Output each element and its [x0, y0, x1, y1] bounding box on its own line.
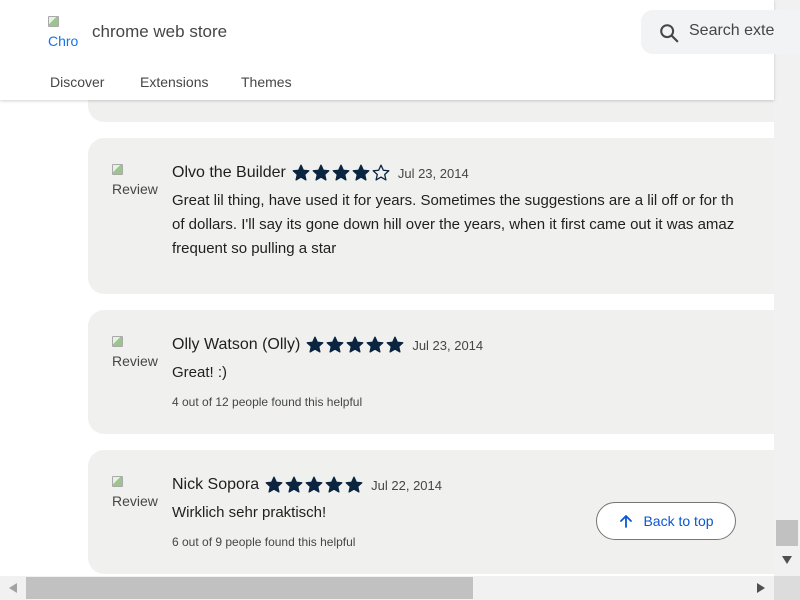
back-to-top-button[interactable]: Back to top: [596, 502, 736, 540]
star-filled-icon: [312, 164, 330, 181]
horizontal-scrollbar[interactable]: [0, 576, 774, 600]
review-header: Olvo the Builder Jul 23, 2014: [172, 164, 469, 182]
scroll-down-arrow-icon[interactable]: [781, 555, 793, 565]
star-filled-icon: [325, 476, 343, 493]
review-card: Review Olvo the Builder Jul 23, 2014 Gre…: [88, 138, 774, 294]
arrow-up-icon: [620, 515, 633, 528]
reviewer-avatar: Review: [112, 476, 160, 524]
scrollbar-corner: [774, 576, 800, 600]
review-date: Jul 23, 2014: [397, 165, 469, 181]
star-filled-icon: [352, 164, 370, 181]
star-filled-icon: [386, 336, 404, 353]
review-text-line: Great lil thing, have used it for years.…: [172, 192, 734, 209]
nav-extensions[interactable]: Extensions: [140, 74, 208, 90]
broken-image-icon: [112, 476, 123, 487]
review-header: Nick Sopora Jul 22, 2014: [172, 476, 442, 494]
review-text-line: frequent so pulling a star: [172, 240, 337, 257]
broken-image-icon: [112, 164, 123, 175]
reviewer-avatar: Review: [112, 336, 160, 384]
helpful-count: 6 out of 9 people found this helpful: [172, 535, 356, 549]
review-text: Great lil thing, have used it for years.…: [172, 189, 734, 261]
reviewer-name: Olly Watson (Olly): [172, 336, 301, 353]
star-filled-icon: [306, 336, 324, 353]
star-filled-icon: [326, 336, 344, 353]
broken-image-icon: [112, 336, 123, 347]
search-icon[interactable]: [658, 22, 680, 44]
review-text-line: Great! :): [172, 364, 228, 381]
star-empty-icon: [372, 164, 390, 181]
scroll-left-arrow-icon[interactable]: [8, 582, 18, 594]
review-date: Jul 23, 2014: [412, 337, 484, 353]
chrome-web-store-logo[interactable]: Chro: [48, 16, 80, 48]
broken-image-icon: [48, 16, 59, 27]
star-rating: [265, 476, 365, 494]
search-box[interactable]: [641, 10, 800, 54]
review-date: Jul 22, 2014: [371, 477, 442, 493]
site-title[interactable]: chrome web store: [92, 22, 227, 42]
star-filled-icon: [265, 476, 283, 493]
helpful-count: 4 out of 12 people found this helpful: [172, 395, 363, 409]
reviewer-name: Olvo the Builder: [172, 164, 286, 181]
nav-themes[interactable]: Themes: [241, 74, 292, 90]
star-filled-icon: [305, 476, 323, 493]
star-rating: [292, 164, 392, 182]
review-text-line: of dollars. I'll say its gone down hill …: [172, 216, 735, 233]
reviewer-avatar: Review: [112, 164, 160, 212]
star-filled-icon: [345, 476, 363, 493]
horizontal-scroll-thumb[interactable]: [26, 577, 473, 599]
scroll-right-arrow-icon[interactable]: [756, 582, 766, 594]
search-input[interactable]: [689, 22, 789, 40]
reviewer-name: Nick Sopora: [172, 476, 260, 493]
back-to-top-label: Back to top: [643, 513, 714, 529]
vertical-scrollbar[interactable]: [774, 0, 800, 576]
star-filled-icon: [332, 164, 350, 181]
vertical-scroll-thumb[interactable]: [776, 520, 798, 546]
star-filled-icon: [346, 336, 364, 353]
star-filled-icon: [285, 476, 303, 493]
review-card: Review Olly Watson (Olly) Jul 23, 2014 G…: [88, 310, 774, 434]
nav-discover[interactable]: Discover: [50, 74, 104, 90]
review-text: Great! :): [172, 361, 227, 385]
review-text-line: Wirklich sehr praktisch!: [172, 504, 327, 521]
review-text: Wirklich sehr praktisch!: [172, 501, 326, 525]
star-filled-icon: [292, 164, 310, 181]
review-header: Olly Watson (Olly) Jul 23, 2014: [172, 336, 483, 354]
store-header: Chro chrome web store Discover Extension…: [0, 0, 800, 100]
star-filled-icon: [366, 336, 384, 353]
star-rating: [306, 336, 406, 354]
